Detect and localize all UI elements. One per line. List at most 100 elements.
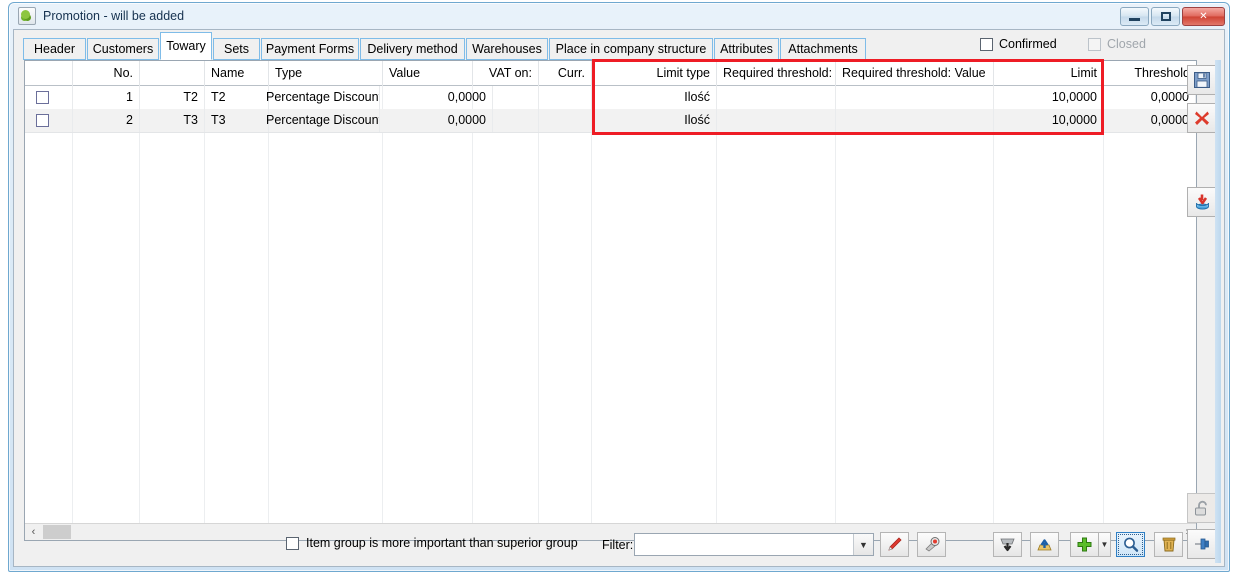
tab-place-in-company-structure[interactable]: Place in company structure <box>549 38 713 60</box>
window-controls: ✕ <box>1120 7 1225 26</box>
pin-button[interactable] <box>1187 529 1217 559</box>
grid-header-value[interactable]: Value <box>383 61 473 86</box>
grid-header-curr[interactable]: Curr. <box>539 61 592 86</box>
close-button[interactable]: ✕ <box>1182 7 1225 26</box>
tab-sets[interactable]: Sets <box>213 38 260 60</box>
item-group-priority-checkbox[interactable]: Item group is more important than superi… <box>286 536 586 550</box>
save-to-database-button[interactable] <box>1187 187 1217 217</box>
cell-threshold: 0,0000 <box>1104 109 1196 132</box>
item-group-priority-box[interactable] <box>286 536 299 550</box>
grid-header-check[interactable] <box>25 61 73 86</box>
grid-header-type[interactable]: Type <box>269 61 383 86</box>
grid-column-divider <box>716 86 717 540</box>
pin-icon <box>1194 538 1209 550</box>
unlock-button <box>1187 493 1217 523</box>
row-checkbox-cell[interactable] <box>25 109 73 132</box>
cancel-button[interactable] <box>1187 103 1217 133</box>
table-row[interactable]: 2 T3 T3 Percentage Discount 0,0000 Ilość… <box>25 109 1196 132</box>
cell-code: T2 <box>140 86 205 109</box>
import-button[interactable] <box>993 532 1022 557</box>
minimize-icon <box>1129 18 1140 21</box>
title-bar: Promotion - will be added ✕ <box>9 3 1229 29</box>
tab-attributes[interactable]: Attributes <box>714 38 779 60</box>
grid-row-divider <box>25 132 1196 133</box>
closed-label: Closed <box>1107 37 1146 51</box>
filter-builder-button[interactable] <box>917 532 946 557</box>
export-button[interactable] <box>1030 532 1059 557</box>
tab-towary[interactable]: Towary <box>160 32 212 60</box>
tab-header[interactable]: Header <box>23 38 86 60</box>
grid-header-name[interactable]: Name <box>205 61 269 86</box>
row-checkbox-cell[interactable] <box>25 86 73 109</box>
add-options-button[interactable]: ▼ <box>1099 532 1111 557</box>
cell-limit: 10,0000 <box>994 86 1104 109</box>
promotion-window: Promotion - will be added ✕ Header Custo… <box>8 2 1230 572</box>
grid-header-required-threshold-quantity[interactable]: Required threshold: Quantity <box>717 61 836 86</box>
search-button[interactable] <box>1116 532 1145 557</box>
save-button[interactable] <box>1187 65 1217 95</box>
rail-divider <box>1215 60 1221 563</box>
cell-limit-type: Ilość <box>592 86 717 109</box>
save-to-database-icon <box>1195 194 1209 210</box>
grid-column-divider <box>993 86 994 540</box>
cell-limit-type: Ilość <box>592 109 717 132</box>
grid-header-limit[interactable]: Limit <box>994 61 1104 86</box>
grid-header-row: No. Name Type Value VAT on: Curr. Limit … <box>25 61 1196 86</box>
cell-required-threshold-value <box>836 109 994 132</box>
cell-code: T3 <box>140 109 205 132</box>
tab-customers[interactable]: Customers <box>87 38 159 60</box>
grid-header-limit-type[interactable]: Limit type <box>592 61 717 86</box>
close-x-icon <box>1195 111 1209 125</box>
closed-checkbox-box <box>1088 37 1101 51</box>
cell-type: Percentage Discount <box>266 86 380 109</box>
grid-header-threshold[interactable]: Threshold <box>1104 61 1196 86</box>
grid-header-code[interactable] <box>140 61 205 86</box>
cell-name: T2 <box>205 86 269 109</box>
row-checkbox[interactable] <box>36 91 49 104</box>
minimize-button[interactable] <box>1120 7 1149 26</box>
tab-warehouses[interactable]: Warehouses <box>466 38 548 60</box>
cell-required-threshold-quantity <box>717 86 836 109</box>
window-title: Promotion - will be added <box>43 9 185 23</box>
grid-column-divider <box>538 86 539 540</box>
table-row[interactable]: 1 T2 T2 Percentage Discount 0,0000 Ilość… <box>25 86 1196 109</box>
bottom-toolbar: Item group is more important than superi… <box>14 523 1224 566</box>
chevron-down-icon[interactable]: ▼ <box>853 534 873 555</box>
cell-required-threshold-value <box>836 86 994 109</box>
maximize-button[interactable] <box>1151 7 1180 26</box>
grid-header-no[interactable]: No. <box>73 61 140 86</box>
cell-vat-on <box>473 109 539 132</box>
trash-icon <box>1162 537 1175 552</box>
add-button[interactable] <box>1070 532 1099 557</box>
cell-required-threshold-quantity <box>717 109 836 132</box>
filter-input[interactable] <box>635 534 853 555</box>
confirmed-checkbox[interactable]: Confirmed <box>980 37 1057 51</box>
grid-header-vat-on[interactable]: VAT on: <box>473 61 539 86</box>
tab-delivery-method[interactable]: Delivery method <box>360 38 465 60</box>
tab-strip: Header Customers Towary Sets Payment For… <box>14 30 1224 60</box>
clear-filter-button[interactable] <box>880 532 909 557</box>
grid-column-divider <box>139 86 140 540</box>
maximize-icon <box>1160 12 1171 21</box>
client-area: Header Customers Towary Sets Payment For… <box>13 29 1225 567</box>
row-checkbox[interactable] <box>36 114 49 127</box>
cell-vat-on <box>473 86 539 109</box>
cell-no: 2 <box>73 109 140 132</box>
cell-curr <box>539 86 592 109</box>
grid-column-divider <box>268 86 269 540</box>
grid-column-divider <box>72 86 73 540</box>
filter-combobox[interactable]: ▼ <box>634 533 874 556</box>
delete-button[interactable] <box>1154 532 1183 557</box>
tab-payment-forms[interactable]: Payment Forms <box>261 38 359 60</box>
filter-builder-icon <box>924 537 939 552</box>
cell-curr <box>539 109 592 132</box>
plus-icon <box>1077 537 1092 552</box>
grid-column-divider <box>1103 86 1104 540</box>
unlock-icon <box>1194 500 1207 515</box>
confirmed-label: Confirmed <box>999 37 1057 51</box>
grid-header-required-threshold-value[interactable]: Required threshold: Value <box>836 61 994 86</box>
grid-column-divider <box>382 86 383 540</box>
red-pen-icon <box>888 537 902 551</box>
tab-attachments[interactable]: Attachments <box>780 38 866 60</box>
confirmed-checkbox-box[interactable] <box>980 37 993 51</box>
